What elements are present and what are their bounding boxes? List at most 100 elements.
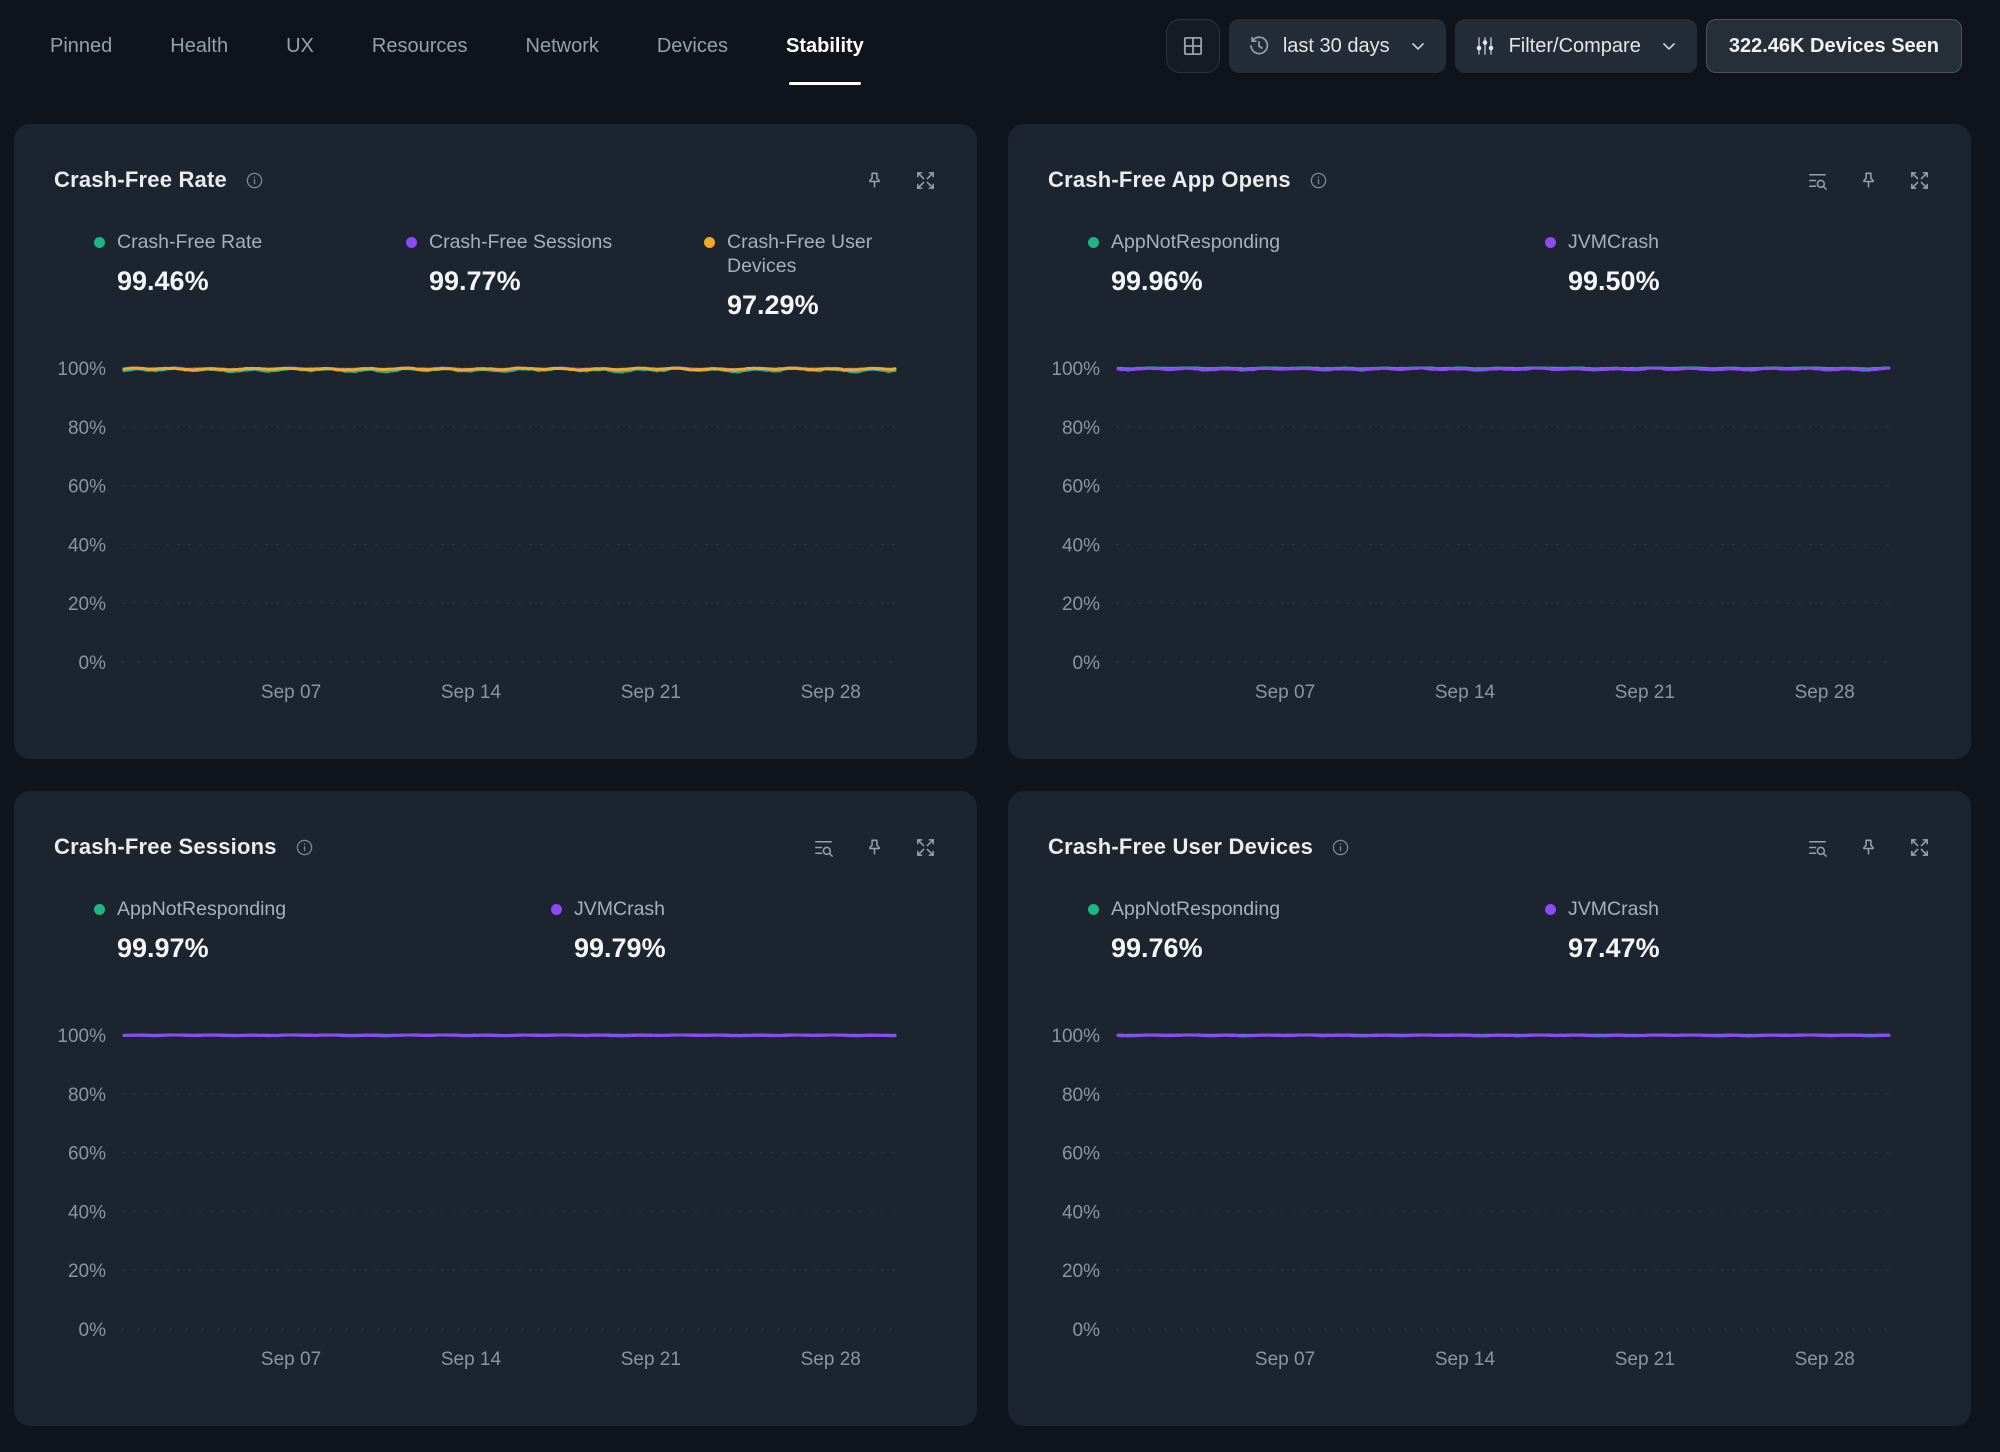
y-axis-label: 80% [1062,418,1100,439]
info-icon[interactable] [295,838,314,857]
expand-icon[interactable] [914,169,937,192]
expand-icon[interactable] [1908,169,1931,192]
filter-compare-label: Filter/Compare [1509,35,1641,58]
info-icon[interactable] [1331,838,1350,857]
y-axis-label: 20% [68,1261,106,1282]
chart-card: Crash-Free User Devices AppNotResponding… [1008,791,1971,1426]
y-axis-label: 40% [68,535,106,556]
line-chart: 100%80%60%40%20%0%Sep 07Sep 14Sep 21Sep … [1048,1011,1931,1426]
tab-label: Resources [372,35,468,57]
y-axis-label: 40% [1062,535,1100,556]
legend-value: 99.77% [429,266,612,297]
expand-icon[interactable] [914,836,937,859]
y-axis-label: 80% [68,1085,106,1106]
x-axis-label: Sep 28 [1795,682,1855,703]
info-icon[interactable] [245,171,264,190]
grid-icon [1180,33,1206,59]
legend-item[interactable]: JVMCrash 97.47% [1545,897,1660,964]
x-axis-label: Sep 28 [801,682,861,703]
list-search-icon[interactable] [1806,169,1829,192]
tab-pinned[interactable]: Pinned [50,27,112,65]
pin-icon[interactable] [1857,169,1880,192]
tab-devices[interactable]: Devices [657,27,728,65]
top-bar: Pinned Health UX Resources Network Devices Sta… [0,0,2000,124]
legend-label: AppNotResponding [1111,897,1280,921]
y-axis-label: 80% [1062,1085,1100,1106]
legend-label: JVMCrash [1568,897,1660,921]
sliders-icon [1473,34,1497,58]
tab-stability[interactable]: Stability [786,27,864,65]
time-range-dropdown[interactable]: last 30 days [1229,19,1446,73]
list-search-icon[interactable] [812,836,835,859]
filter-compare-dropdown[interactable]: Filter/Compare [1455,19,1697,73]
chart-legend: Crash-Free Rate99.46% Crash-Free Sessions… [54,230,937,308]
x-axis-label: Sep 21 [621,682,681,703]
legend-item[interactable]: AppNotResponding99.96% [1088,230,1280,297]
x-axis-label: Sep 21 [1615,1349,1675,1370]
legend-item[interactable]: Crash-Free Sessions99.77% [406,230,612,297]
y-axis-label: 20% [1062,594,1100,615]
toolbar-controls: last 30 days Filter/Compare 322.46K Devi… [1166,19,1962,73]
series-line [1118,368,1889,370]
pin-icon[interactable] [863,169,886,192]
tab-network[interactable]: Network [526,27,599,65]
layout-grid-button[interactable] [1166,19,1220,73]
y-axis-label: 20% [68,594,106,615]
x-axis-label: Sep 14 [441,1349,502,1370]
x-axis-label: Sep 14 [1435,1349,1496,1370]
clock-history-icon [1247,34,1271,58]
devices-seen-label: 322.46K Devices Seen [1729,35,1939,58]
legend-value: 99.46% [117,266,262,297]
tab-label: UX [286,35,314,57]
series-line [1118,1035,1889,1036]
legend-item[interactable]: JVMCrash99.50% [1545,230,1660,297]
legend-item[interactable]: AppNotResponding99.76% [1088,897,1280,964]
y-axis-label: 100% [1051,1026,1100,1047]
legend-value: 97.29% [727,290,937,321]
legend-item[interactable]: Crash-Free User Devices 97.29% [704,230,937,321]
y-axis-label: 20% [1062,1261,1100,1282]
legend-value: 99.97% [117,933,286,964]
x-axis-label: Sep 21 [1615,682,1675,703]
tab-label: Pinned [50,35,112,57]
list-search-icon[interactable] [1806,836,1829,859]
tab-label: Health [170,35,228,57]
legend-item[interactable]: Crash-Free Rate99.46% [94,230,262,297]
y-axis-label: 0% [79,653,107,674]
tab-resources[interactable]: Resources [372,27,468,65]
tab-label: Network [526,35,599,57]
legend-value: 97.47% [1568,933,1660,964]
y-axis-label: 80% [68,418,106,439]
legend-item[interactable]: JVMCrash99.79% [551,897,666,964]
legend-item[interactable]: AppNotResponding 99.97% [94,897,286,964]
tab-ux[interactable]: UX [286,27,314,65]
line-chart: 100%80%60%40%20%0%Sep 07Sep 14Sep 21Sep … [54,1011,937,1426]
x-axis-label: Sep 07 [1255,1349,1315,1370]
series-line [124,1035,895,1036]
legend-label: AppNotResponding [117,897,286,921]
pin-icon[interactable] [1857,836,1880,859]
chart-card: Crash-Free Sessions AppNotResponding99.9… [14,791,977,1426]
pin-icon[interactable] [863,836,886,859]
x-axis-label: Sep 28 [1795,1349,1855,1370]
x-axis-label: Sep 07 [261,1349,321,1370]
legend-dot [704,237,715,248]
chart-card: Crash-Free App Opens AppNotResponding99.… [1008,124,1971,759]
card-title: Crash-Free App Opens [1048,167,1291,193]
legend-dot [1088,904,1099,915]
info-icon[interactable] [1309,171,1328,190]
chart-legend: AppNotResponding99.76% JVMCrash 97.47% [1048,897,1931,975]
x-axis-label: Sep 07 [261,682,321,703]
chevron-down-icon [1659,36,1679,56]
chevron-down-icon [1408,36,1428,56]
expand-icon[interactable] [1908,836,1931,859]
legend-dot [94,237,105,248]
tab-label: Stability [786,35,864,57]
tab-health[interactable]: Health [170,27,228,65]
legend-label: Crash-Free User Devices [727,230,937,278]
y-axis-label: 0% [79,1320,107,1341]
legend-label: JVMCrash [574,897,666,921]
legend-dot [551,904,562,915]
devices-seen-badge[interactable]: 322.46K Devices Seen [1706,19,1962,73]
y-axis-label: 60% [68,1144,106,1165]
